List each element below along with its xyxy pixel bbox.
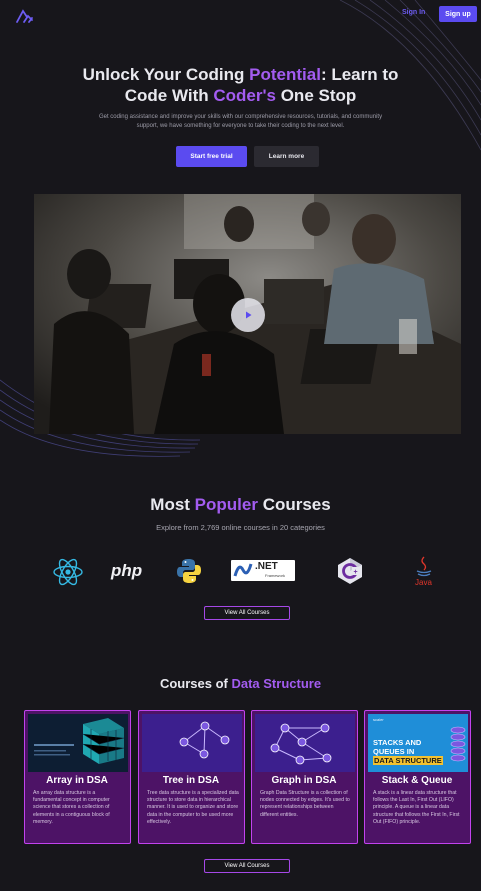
dotnet-label: .NET bbox=[255, 561, 278, 572]
course-card-array[interactable]: Array in DSA An array data structure is … bbox=[24, 710, 131, 844]
card-title: Graph in DSA bbox=[271, 775, 337, 786]
react-logo-icon[interactable] bbox=[52, 556, 84, 588]
sign-in-link[interactable]: Sign In bbox=[402, 9, 425, 16]
php-logo-icon[interactable]: php bbox=[111, 561, 142, 581]
dotnet-framework-label: Framework bbox=[265, 573, 286, 578]
data-structure-title: Courses of Data Structure bbox=[0, 676, 481, 691]
graph-card-image bbox=[255, 714, 355, 772]
title-part: Courses of bbox=[159, 676, 232, 691]
dotnet-logo-icon[interactable]: .NET Framework bbox=[231, 560, 295, 581]
hero-title: Unlock Your Coding Potential: Learn to C… bbox=[40, 64, 441, 106]
java-label: Java bbox=[415, 578, 432, 587]
learn-more-button[interactable]: Learn more bbox=[254, 146, 319, 167]
svg-text:+: + bbox=[354, 569, 358, 576]
popular-courses-title: Most Populer Courses bbox=[0, 495, 481, 515]
title-part: Most bbox=[150, 495, 195, 514]
array-card-image bbox=[28, 714, 128, 772]
wave-logo-icon[interactable] bbox=[15, 8, 35, 24]
card-description: A stack is a linear data structure that … bbox=[373, 790, 460, 825]
title-part: Courses bbox=[257, 495, 331, 514]
view-all-courses-button[interactable]: View All Courses bbox=[204, 606, 290, 620]
python-logo-icon[interactable] bbox=[175, 557, 203, 585]
stack-discs-icon bbox=[450, 726, 466, 762]
stack-image-line: STACKS AND bbox=[373, 738, 422, 747]
hero-title-part: One Stop bbox=[275, 86, 357, 105]
card-title: Array in DSA bbox=[46, 775, 108, 786]
play-icon bbox=[246, 311, 252, 319]
popular-courses-subtitle: Explore from 2,769 online courses in 20 … bbox=[156, 523, 325, 532]
java-cup-icon bbox=[416, 556, 432, 577]
dotnet-wave-icon bbox=[233, 563, 253, 577]
card-description: Tree data structure is a specialized dat… bbox=[147, 790, 239, 825]
graph-diagram-illustration bbox=[255, 714, 355, 772]
card-description: An array data structure is a fundamental… bbox=[33, 790, 110, 825]
java-logo-icon[interactable]: Java bbox=[412, 556, 436, 590]
card-description: Graph Data Structure is a collection of … bbox=[260, 790, 350, 818]
hero-title-highlight: Potential bbox=[249, 65, 321, 84]
hero-title-part: : Learn to bbox=[320, 65, 399, 84]
card-title: Tree in DSA bbox=[162, 775, 220, 786]
view-all-courses-button[interactable]: View All Courses bbox=[204, 859, 290, 873]
course-card-tree[interactable]: Tree in DSA Tree data structure is a spe… bbox=[138, 710, 245, 844]
stack-image-heading: STACKS AND QUEUES IN DATA STRUCTURE bbox=[373, 738, 443, 765]
play-button[interactable] bbox=[231, 298, 265, 332]
tree-diagram-illustration bbox=[142, 714, 242, 772]
stack-image-line: QUEUES IN bbox=[373, 747, 415, 756]
course-card-graph[interactable]: Graph in DSA Graph Data Structure is a c… bbox=[251, 710, 358, 844]
hero-subtitle: Get coding assistance and improve your s… bbox=[98, 114, 383, 129]
card-title: Stack & Queue bbox=[381, 775, 453, 786]
sign-up-button[interactable]: Sign up bbox=[439, 6, 477, 22]
title-highlight: Data Structure bbox=[231, 676, 322, 691]
start-free-trial-button[interactable]: Start free trial bbox=[176, 146, 247, 167]
stack-image-line-highlight: DATA STRUCTURE bbox=[373, 756, 443, 765]
hero-title-part: Code With bbox=[124, 86, 214, 105]
page: Sign In Sign up Unlock Your Coding Poten… bbox=[0, 0, 481, 891]
hero-title-highlight: Coder's bbox=[213, 86, 276, 105]
tree-card-image bbox=[142, 714, 242, 772]
scaler-brand-label: scaler bbox=[373, 717, 384, 722]
course-card-stack-queue[interactable]: scaler STACKS AND QUEUES IN DATA STRUCTU… bbox=[364, 710, 471, 844]
hero-title-part: Unlock Your Coding bbox=[82, 65, 250, 84]
stack-queue-card-image: scaler STACKS AND QUEUES IN DATA STRUCTU… bbox=[368, 714, 468, 772]
title-highlight: Populer bbox=[194, 495, 258, 514]
c-sharp-logo-icon[interactable]: + bbox=[336, 557, 364, 585]
array-cube-illustration bbox=[28, 714, 128, 772]
